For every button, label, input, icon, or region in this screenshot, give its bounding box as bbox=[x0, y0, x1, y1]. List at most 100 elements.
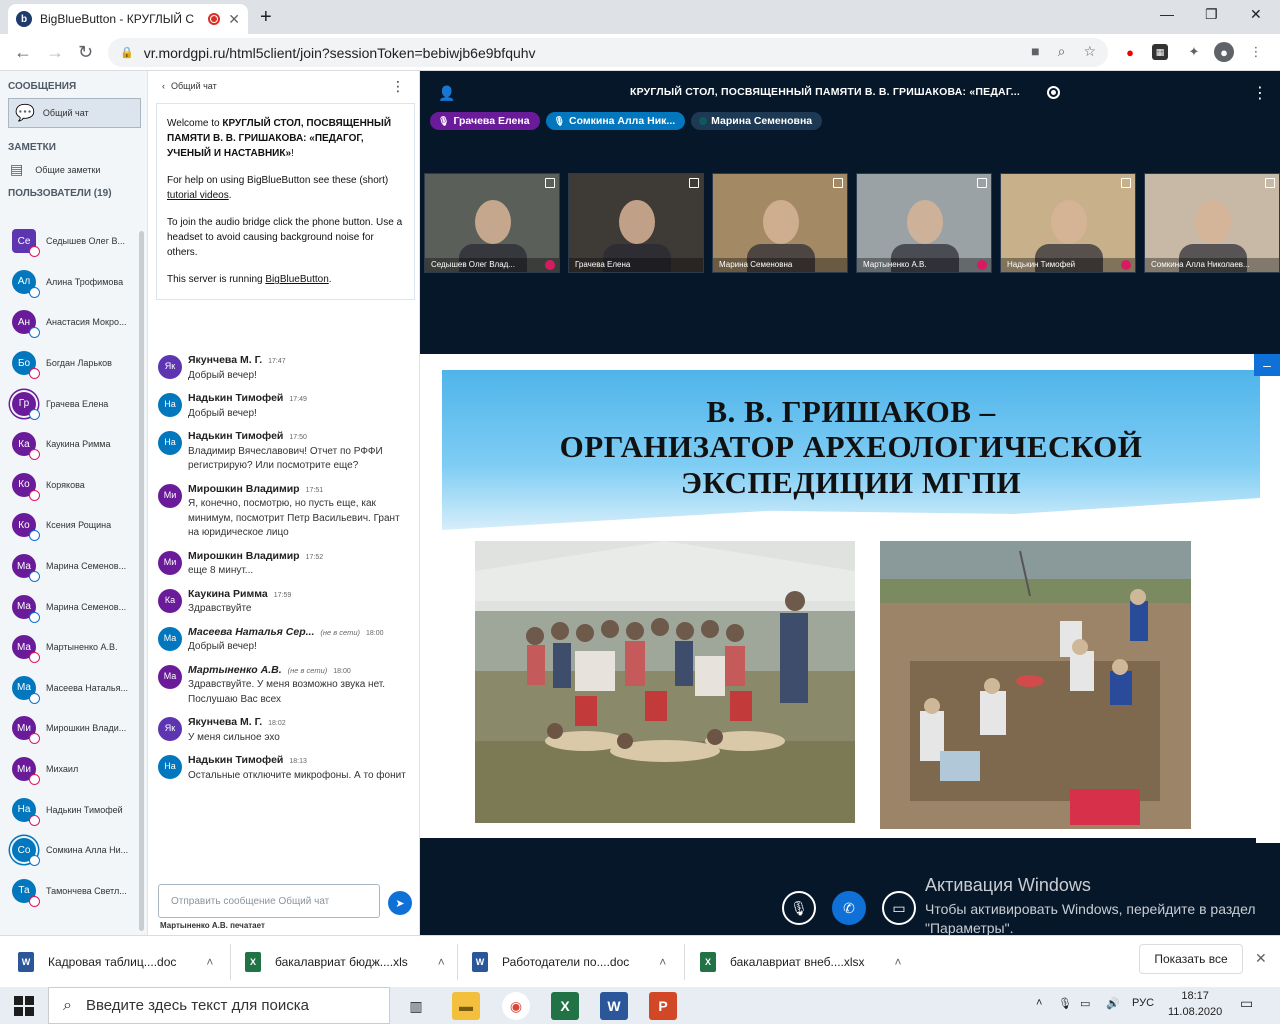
back-icon[interactable]: ← bbox=[14, 42, 32, 63]
microphone-tray-icon[interactable]: 🎙 bbox=[1058, 997, 1072, 1010]
options-menu-icon[interactable]: ⋮ bbox=[1252, 83, 1268, 103]
talking-indicator[interactable]: 🎙 Грачева Елена bbox=[430, 112, 540, 130]
shared-notes-item[interactable]: ▤ Общие заметки bbox=[0, 153, 147, 186]
taskbar-search-box[interactable]: ⌕ Введите здесь текст для поиска bbox=[48, 987, 390, 1024]
close-tab-icon[interactable]: ✕ bbox=[228, 11, 240, 28]
webcam-tile[interactable]: Надькин Тимофей bbox=[1000, 173, 1136, 273]
user-list-item[interactable]: Ма Мартыненко А.В. bbox=[0, 627, 148, 668]
notes-icon: ▤ bbox=[10, 161, 24, 177]
new-tab-button[interactable]: + bbox=[260, 6, 272, 29]
user-list-item[interactable]: Ко Ксения Рощина bbox=[0, 505, 148, 546]
puzzle-extensions-icon[interactable]: ✦ bbox=[1184, 42, 1204, 62]
user-list-item[interactable]: Гр Грачева Елена bbox=[0, 383, 148, 424]
tray-overflow-icon[interactable]: ˄ bbox=[1036, 997, 1042, 1009]
chevron-up-icon[interactable]: ˄ bbox=[659, 955, 666, 969]
download-item[interactable]: W Кадровая таблиц....doc ˄ bbox=[18, 936, 213, 988]
volume-icon[interactable]: 🔊 bbox=[1106, 997, 1120, 1010]
bigbluebutton-link[interactable]: BigBlueButton bbox=[265, 274, 328, 285]
windows-start-icon[interactable] bbox=[14, 996, 34, 1016]
powerpoint-icon[interactable]: P bbox=[649, 992, 677, 1020]
webcam-tile[interactable]: Седышев Олег Влад... bbox=[424, 173, 560, 273]
chat-message: Ка Каукина Римма 17:59 Здравствуйте bbox=[148, 583, 420, 621]
download-item[interactable]: W Работодатели по....doc ˄ bbox=[472, 936, 666, 988]
camera-icon[interactable]: ■ bbox=[1031, 43, 1039, 60]
leave-audio-button[interactable]: ✆ bbox=[832, 891, 866, 925]
user-list-toggle-icon[interactable]: 👤 bbox=[438, 85, 455, 102]
share-webcam-button[interactable]: ▭ bbox=[882, 891, 916, 925]
avatar-initials: Ма bbox=[16, 601, 31, 613]
fullscreen-icon[interactable] bbox=[545, 178, 555, 188]
chrome-icon[interactable]: ◉ bbox=[502, 992, 530, 1020]
fullscreen-icon[interactable] bbox=[1265, 178, 1275, 188]
avatar-initials: Бо bbox=[17, 357, 31, 369]
chevron-up-icon[interactable]: ˄ bbox=[438, 955, 445, 969]
close-downloads-bar-icon[interactable]: ✕ bbox=[1255, 950, 1267, 967]
tutorial-videos-link[interactable]: tutorial videos bbox=[167, 190, 229, 201]
user-list-item[interactable]: Бо Богдан Ларьков bbox=[0, 343, 148, 384]
webcam-tile[interactable]: Марина Семеновна bbox=[712, 173, 848, 273]
public-chat-item[interactable]: 💬 Общий чат bbox=[8, 98, 141, 128]
word-icon[interactable]: W bbox=[600, 992, 628, 1020]
file-explorer-icon[interactable]: ▬ bbox=[452, 992, 480, 1020]
recording-status-icon[interactable] bbox=[1047, 86, 1060, 99]
fullscreen-icon[interactable] bbox=[977, 178, 987, 188]
forward-icon[interactable]: → bbox=[46, 42, 64, 63]
word-file-icon: W bbox=[472, 952, 488, 972]
talking-indicator[interactable]: 🎙 Сомкина Алла Ник... bbox=[545, 112, 686, 130]
profile-avatar-icon[interactable]: ● bbox=[1214, 42, 1234, 62]
bookmark-star-icon[interactable]: ☆ bbox=[1083, 43, 1096, 60]
hide-chat-chevron-icon[interactable]: ‹ bbox=[162, 81, 165, 91]
user-list-item[interactable]: Со Сомкина Алла Ни... bbox=[0, 830, 148, 871]
excel-icon[interactable]: X bbox=[551, 992, 579, 1020]
talking-indicator[interactable]: Марина Семеновна bbox=[691, 112, 823, 130]
users-list: Се Седышев Олег В... Ал Алина Трофимова Ан Ан… bbox=[0, 221, 148, 935]
user-list-item[interactable]: Ма Марина Семенов... bbox=[0, 546, 148, 587]
webcam-tile[interactable]: Грачева Елена bbox=[568, 173, 704, 273]
user-list-item[interactable]: Ан Анастасия Мокро... bbox=[0, 302, 148, 343]
user-list-item[interactable]: Ма Марина Семенов... bbox=[0, 586, 148, 627]
maximize-window-button[interactable]: ❐ bbox=[1205, 6, 1218, 23]
user-list-item[interactable]: На Надькин Тимофей bbox=[0, 789, 148, 830]
user-list-scrollbar[interactable] bbox=[139, 231, 144, 931]
chat-message-input[interactable]: Отправить сообщение Общий чат bbox=[158, 884, 380, 918]
chevron-up-icon[interactable]: ˄ bbox=[206, 955, 213, 969]
send-message-button[interactable]: ➤ bbox=[388, 891, 412, 915]
message-avatar: Ми bbox=[158, 550, 182, 575]
close-window-button[interactable]: ✕ bbox=[1250, 6, 1262, 23]
notifications-icon[interactable]: ▭ bbox=[1240, 995, 1253, 1012]
fullscreen-icon[interactable] bbox=[833, 178, 843, 188]
user-list-item[interactable]: Ка Каукина Римма bbox=[0, 424, 148, 465]
user-list-item[interactable]: Ми Мирошкин Влади... bbox=[0, 708, 148, 749]
zoom-icon[interactable]: ⌕ bbox=[1058, 43, 1066, 60]
user-list-item[interactable]: Ко Корякова bbox=[0, 465, 148, 506]
minimize-window-button[interactable]: — bbox=[1160, 6, 1174, 22]
download-item[interactable]: Xбакалавриат бюдж....xls ˄ bbox=[245, 936, 445, 988]
extension-icon[interactable]: ▦ bbox=[1152, 44, 1168, 60]
task-view-icon[interactable]: ▥ bbox=[402, 992, 430, 1020]
user-list-item[interactable]: Ал Алина Трофимова bbox=[0, 262, 148, 303]
user-list-item[interactable]: Ми Михаил bbox=[0, 749, 148, 790]
webcam-tile[interactable]: Мартыненко А.В. bbox=[856, 173, 992, 273]
webcam-tile[interactable]: Сомкина Алла Николаев... bbox=[1144, 173, 1280, 273]
reload-icon[interactable]: ↻ bbox=[78, 42, 93, 63]
minimize-presentation-button[interactable]: – bbox=[1254, 354, 1280, 376]
chat-options-icon[interactable]: ⋮ bbox=[391, 78, 405, 95]
user-list-item[interactable]: Ма Масеева Наталья... bbox=[0, 668, 148, 709]
user-list-item[interactable]: Се Седышев Олег В... bbox=[0, 221, 148, 262]
language-indicator[interactable]: РУС bbox=[1132, 997, 1154, 1009]
chevron-up-icon[interactable]: ˄ bbox=[895, 955, 902, 969]
network-icon[interactable]: ▭ bbox=[1080, 997, 1090, 1010]
address-bar[interactable]: 🔒 vr.mordgpi.ru/html5client/join?session… bbox=[108, 38, 1108, 67]
mute-microphone-button[interactable]: 🎙 bbox=[782, 891, 816, 925]
download-item[interactable]: Xбакалавриат внеб....xlsx ˄ bbox=[700, 936, 902, 988]
browser-menu-icon[interactable]: ⋮ bbox=[1246, 42, 1266, 62]
fullscreen-icon[interactable] bbox=[689, 178, 699, 188]
show-all-downloads-button[interactable]: Показать все bbox=[1139, 944, 1243, 974]
chat-panel: ‹ Общий чат ⋮ Welcome to КРУГЛЫЙ СТОЛ, П… bbox=[148, 71, 420, 935]
user-list-item[interactable]: Та Тамончева Светл... bbox=[0, 871, 148, 912]
system-clock[interactable]: 18:17 11.08.2020 bbox=[1168, 989, 1222, 1021]
browser-tab[interactable]: b BigBlueButton - КРУГЛЫЙ С ✕ bbox=[8, 4, 248, 34]
opera-extension-icon[interactable]: ● bbox=[1120, 42, 1140, 62]
fullscreen-presentation-icon[interactable] bbox=[1256, 821, 1280, 843]
fullscreen-icon[interactable] bbox=[1121, 178, 1131, 188]
